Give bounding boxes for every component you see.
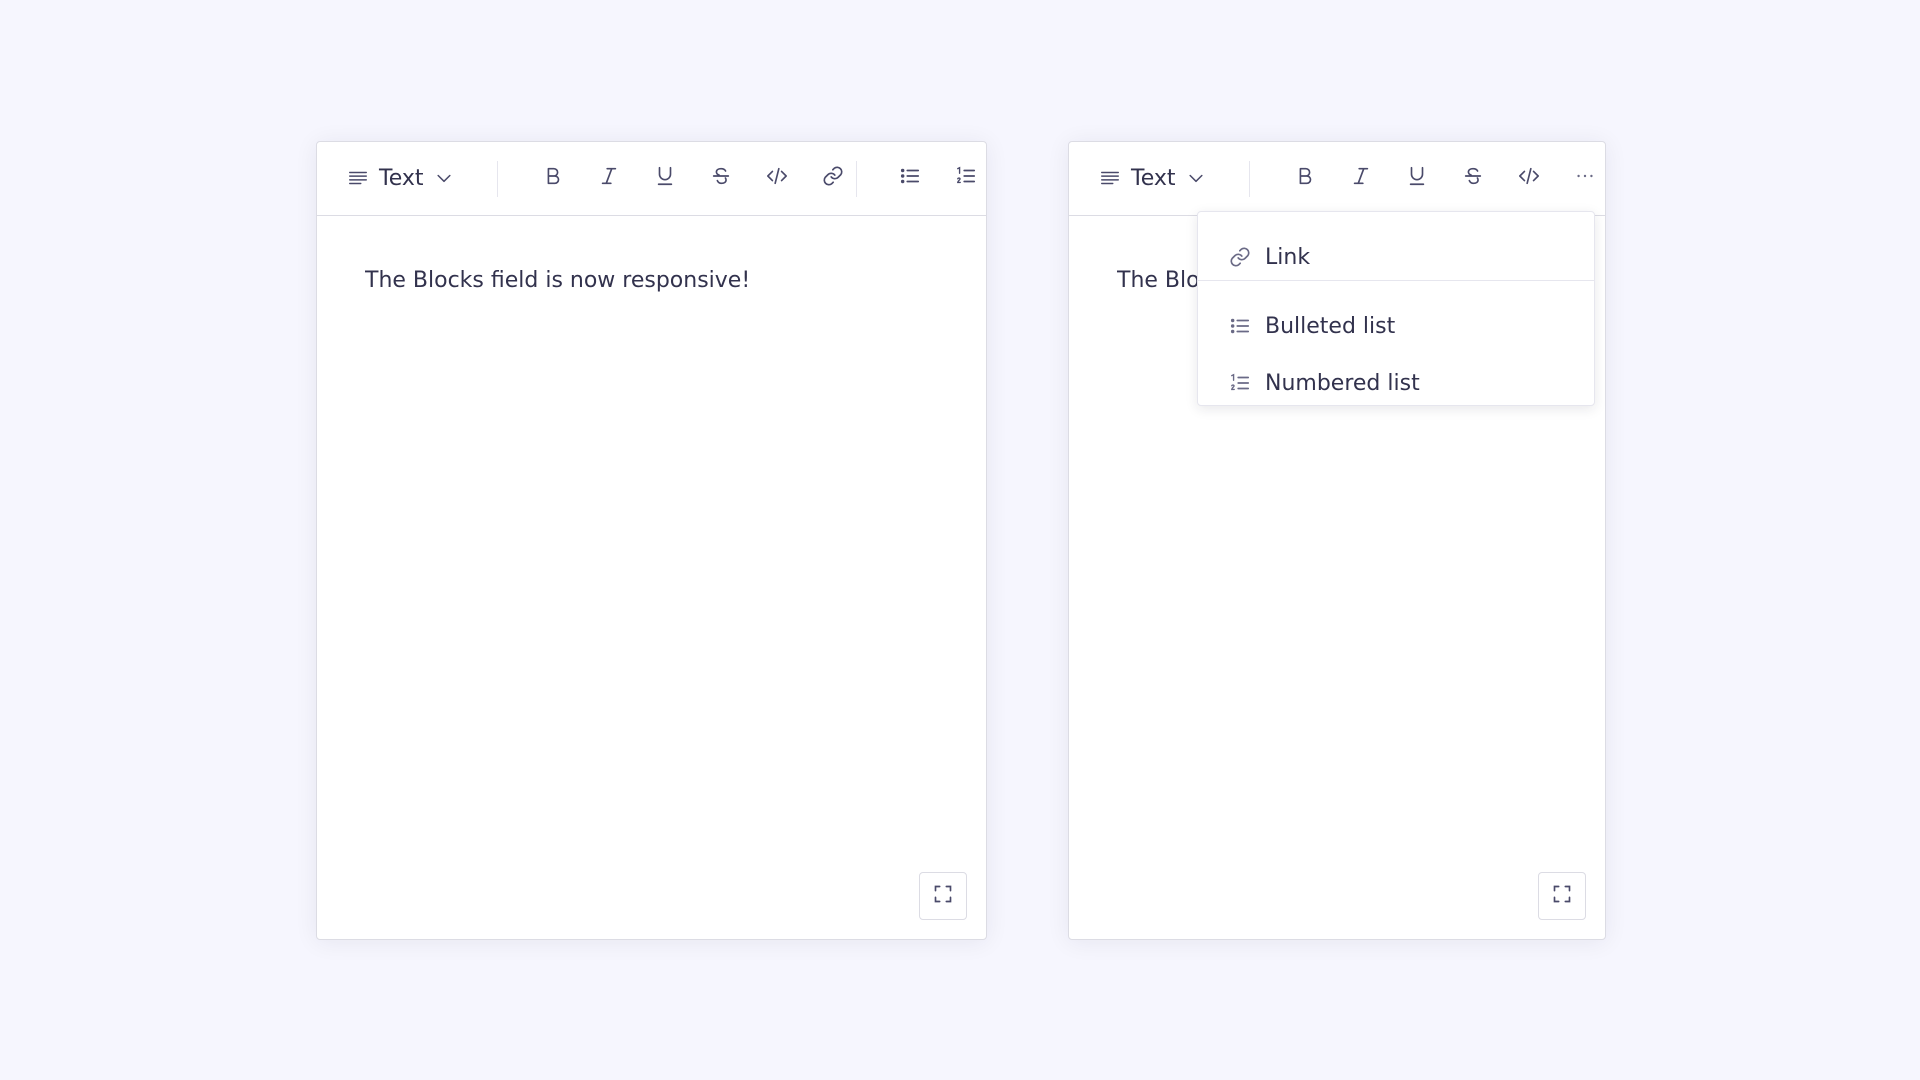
italic-icon: [598, 165, 620, 191]
menu-item-label: Link: [1265, 244, 1311, 270]
expand-icon: [933, 884, 953, 908]
bold-icon: [542, 165, 564, 191]
italic-button[interactable]: [591, 160, 627, 196]
numbered-list-button[interactable]: [948, 160, 984, 196]
bulleted-list-icon: [899, 165, 921, 191]
paragraph-icon: [1099, 167, 1121, 189]
bold-button[interactable]: [1287, 160, 1323, 196]
link-icon: [1229, 246, 1251, 268]
code-icon: [1518, 165, 1540, 191]
paragraph-icon: [347, 167, 369, 189]
link-icon: [822, 165, 844, 191]
code-button[interactable]: [759, 160, 795, 196]
underline-button[interactable]: [1399, 160, 1435, 196]
strikethrough-button[interactable]: [1455, 160, 1491, 196]
chevron-down-icon: [1186, 168, 1206, 188]
bold-button[interactable]: [535, 160, 571, 196]
menu-item-bulleted-list[interactable]: Bulleted list: [1198, 303, 1594, 349]
underline-icon: [1406, 165, 1428, 191]
block-type-select[interactable]: Text: [347, 160, 454, 196]
menu-divider: [1198, 280, 1594, 281]
numbered-list-icon: [955, 165, 977, 191]
numbered-list-icon: [1229, 372, 1251, 394]
block-type-label: Text: [379, 165, 424, 191]
link-button[interactable]: [815, 160, 851, 196]
menu-item-label: Bulleted list: [1265, 313, 1396, 339]
underline-button[interactable]: [647, 160, 683, 196]
more-options-menu: Link Bulleted list Numbered list: [1197, 211, 1595, 406]
expand-icon: [1552, 884, 1572, 908]
expand-editor-button[interactable]: [919, 872, 967, 920]
bulleted-list-button[interactable]: [892, 160, 928, 196]
strikethrough-icon: [1462, 165, 1484, 191]
editor-content-paragraph[interactable]: The Blocks field is now responsive!: [365, 268, 750, 293]
block-type-label: Text: [1131, 165, 1176, 191]
more-icon: [1574, 165, 1596, 191]
italic-icon: [1350, 165, 1372, 191]
strikethrough-button[interactable]: [703, 160, 739, 196]
editor-content-paragraph[interactable]: The Blocks field is now responsive!: [1117, 268, 1197, 293]
more-button[interactable]: [1567, 160, 1603, 196]
menu-item-label: Numbered list: [1265, 370, 1420, 396]
menu-item-link[interactable]: Link: [1198, 234, 1594, 280]
underline-icon: [654, 165, 676, 191]
chevron-down-icon: [434, 168, 454, 188]
expand-editor-button[interactable]: [1538, 872, 1586, 920]
editor-toolbar: Text: [317, 142, 986, 216]
toolbar-divider: [497, 161, 498, 197]
bold-icon: [1294, 165, 1316, 191]
blocks-editor-wide: Text The Blocks field is now responsive!: [316, 141, 987, 940]
strikethrough-icon: [710, 165, 732, 191]
code-button[interactable]: [1511, 160, 1547, 196]
code-icon: [766, 165, 788, 191]
menu-item-numbered-list[interactable]: Numbered list: [1198, 360, 1594, 406]
toolbar-divider: [856, 161, 857, 197]
toolbar-divider: [1249, 161, 1250, 197]
editor-toolbar: Text: [1069, 142, 1605, 216]
italic-button[interactable]: [1343, 160, 1379, 196]
bulleted-list-icon: [1229, 315, 1251, 337]
block-type-select[interactable]: Text: [1099, 160, 1206, 196]
